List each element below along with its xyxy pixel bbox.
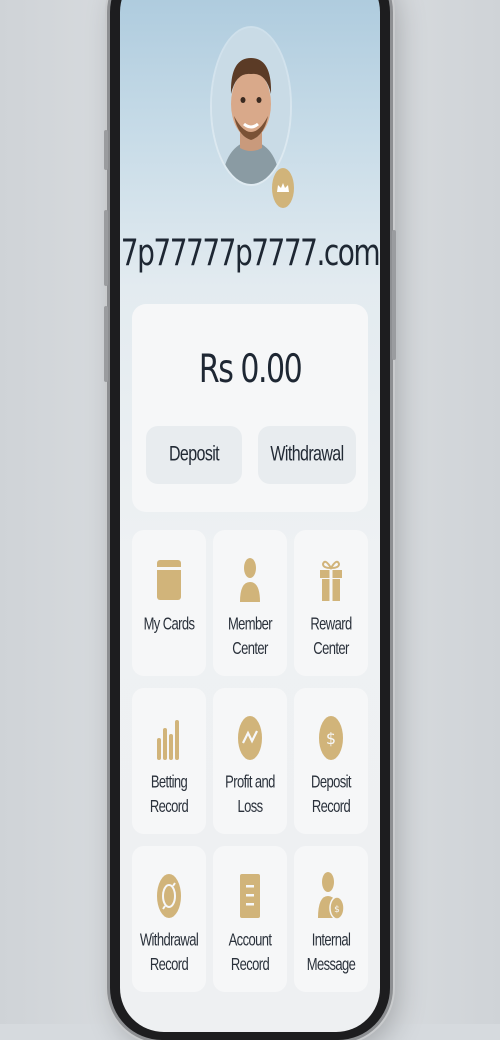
person-icon [240, 558, 260, 602]
power-button [392, 230, 396, 360]
crown-icon [277, 183, 289, 192]
avatar[interactable] [212, 28, 290, 184]
username: 7p77777p7777.com [120, 231, 380, 274]
svg-text:$: $ [334, 905, 340, 915]
volume-up-button [104, 210, 108, 286]
cycle-icon [157, 874, 181, 918]
wallet-card: Rs 0.00 Deposit Withdrawal [132, 304, 368, 512]
menu-item-label: Reward Center [310, 613, 352, 658]
menu-item-label: My Cards [143, 613, 195, 634]
menu-item-label: Member Center [227, 613, 273, 658]
card-icon [157, 560, 181, 600]
bars-icon [157, 720, 179, 760]
menu-item-profit-and-loss[interactable]: Profit and Loss [213, 688, 287, 834]
menu-item-deposit-record[interactable]: $ Deposit Record [294, 688, 368, 834]
menu-item-internal-message[interactable]: $ Internal Message [294, 846, 368, 992]
user-photo-icon [212, 28, 290, 184]
app-screen: 7p77777p7777.com Rs 0.00 Deposit Withdra… [120, 0, 380, 1032]
menu-item-label: Betting Record [149, 771, 189, 816]
menu-item-betting-record[interactable]: Betting Record [132, 688, 206, 834]
dollar-icon: $ [319, 716, 343, 760]
menu-item-withdrawal-record[interactable]: Withdrawal Record [132, 846, 206, 992]
deposit-label: Deposit [168, 442, 220, 466]
document-icon [240, 874, 260, 918]
menu-item-my-cards[interactable]: My Cards [132, 530, 206, 676]
menu-item-label: Profit and Loss [225, 771, 275, 816]
menu-item-label: Account Record [228, 929, 272, 974]
profile-header [212, 28, 294, 208]
menu-item-account-record[interactable]: Account Record [213, 846, 287, 992]
menu-item-label: Withdrawal Record [139, 929, 199, 974]
volume-down-button [104, 306, 108, 382]
deposit-button[interactable]: Deposit [146, 426, 242, 484]
menu-item-reward-center[interactable]: Reward Center [294, 530, 368, 676]
gift-icon [320, 560, 342, 601]
crown-badge [272, 168, 294, 208]
phone-frame: 7p77777p7777.com Rs 0.00 Deposit Withdra… [104, 0, 396, 1040]
withdrawal-label: Withdrawal [270, 442, 344, 466]
menu-item-member-center[interactable]: Member Center [213, 530, 287, 676]
withdrawal-button[interactable]: Withdrawal [258, 426, 356, 484]
menu-item-label: Internal Message [306, 929, 356, 974]
balance-amount: Rs 0.00 [198, 346, 303, 393]
svg-text:$: $ [326, 729, 336, 748]
mute-switch [104, 130, 108, 170]
user-dollar-icon: $ [318, 872, 345, 920]
trend-icon [238, 716, 262, 760]
menu-item-label: Deposit Record [311, 771, 351, 816]
